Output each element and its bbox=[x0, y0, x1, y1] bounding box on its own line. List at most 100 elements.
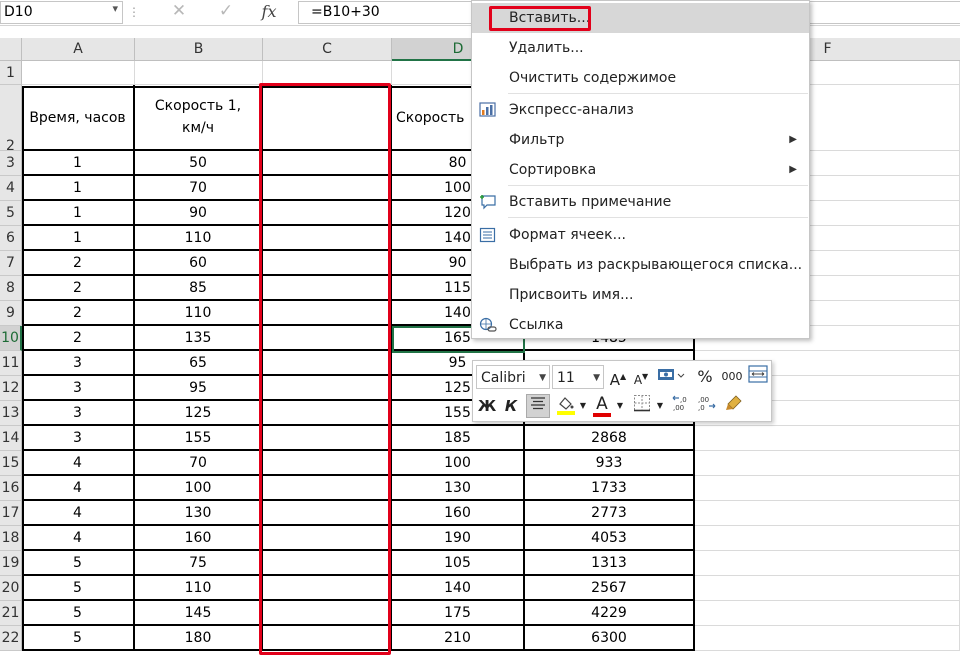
row-header-12[interactable]: 12 bbox=[0, 376, 22, 401]
cell-f17[interactable] bbox=[695, 501, 960, 526]
cell-f14[interactable] bbox=[695, 426, 960, 451]
cell-c17[interactable] bbox=[263, 501, 392, 526]
format-painter-icon[interactable] bbox=[722, 394, 746, 418]
cell-c18[interactable] bbox=[263, 526, 392, 551]
cell-e18[interactable]: 4053 bbox=[525, 526, 695, 551]
cell-f18[interactable] bbox=[695, 526, 960, 551]
cell-c14[interactable] bbox=[263, 426, 392, 451]
cell-a2[interactable]: Время, часов bbox=[22, 85, 135, 151]
font-color-dropdown-icon[interactable]: ▼ bbox=[615, 394, 625, 418]
accounting-format-icon[interactable] bbox=[654, 365, 688, 389]
cell-d20[interactable]: 140 bbox=[392, 576, 525, 601]
font-size-select[interactable]: 11 ▼ bbox=[552, 365, 604, 389]
fill-color-icon[interactable] bbox=[554, 394, 578, 418]
cell-c13[interactable] bbox=[263, 401, 392, 426]
cell-c22[interactable] bbox=[263, 626, 392, 651]
cell-b18[interactable]: 160 bbox=[135, 526, 263, 551]
comma-style-icon[interactable]: 000 bbox=[720, 365, 744, 389]
cell-b2[interactable]: Скорость 1, км/ч bbox=[135, 85, 263, 151]
cell-a1[interactable] bbox=[22, 61, 135, 85]
cell-a16[interactable]: 4 bbox=[22, 476, 135, 501]
bold-button[interactable]: Ж bbox=[476, 394, 498, 418]
cell-f15[interactable] bbox=[695, 451, 960, 476]
cell-f19[interactable] bbox=[695, 551, 960, 576]
insert-function-icon[interactable]: fx bbox=[254, 0, 284, 23]
cell-a12[interactable]: 3 bbox=[22, 376, 135, 401]
cell-c21[interactable] bbox=[263, 601, 392, 626]
cell-b15[interactable]: 70 bbox=[135, 451, 263, 476]
menu-item-sort[interactable]: Сортировка ▶ bbox=[472, 155, 809, 185]
cell-b9[interactable]: 110 bbox=[135, 301, 263, 326]
row-header-19[interactable]: 19 bbox=[0, 551, 22, 576]
enter-icon[interactable]: ✓ bbox=[211, 0, 241, 23]
cell-a5[interactable]: 1 bbox=[22, 201, 135, 226]
cell-b8[interactable]: 85 bbox=[135, 276, 263, 301]
cell-a10[interactable]: 2 bbox=[22, 326, 135, 351]
borders-dropdown-icon[interactable]: ▼ bbox=[655, 394, 665, 418]
cell-c3[interactable] bbox=[263, 151, 392, 176]
row-header-15[interactable]: 15 bbox=[0, 451, 22, 476]
cell-a15[interactable]: 4 bbox=[22, 451, 135, 476]
cell-b12[interactable]: 95 bbox=[135, 376, 263, 401]
cell-d18[interactable]: 190 bbox=[392, 526, 525, 551]
italic-button[interactable]: К bbox=[500, 394, 522, 418]
row-header-3[interactable]: 3 bbox=[0, 151, 22, 176]
menu-item-quick-analysis[interactable]: Экспресс-анализ bbox=[472, 95, 809, 125]
cell-b20[interactable]: 110 bbox=[135, 576, 263, 601]
cell-a4[interactable]: 1 bbox=[22, 176, 135, 201]
cell-c2[interactable] bbox=[263, 85, 392, 151]
column-header-b[interactable]: B bbox=[135, 38, 263, 61]
cell-c6[interactable] bbox=[263, 226, 392, 251]
row-header-10[interactable]: 10 bbox=[0, 326, 22, 351]
menu-item-insert[interactable]: Вставить... bbox=[472, 3, 809, 33]
row-header-6[interactable]: 6 bbox=[0, 226, 22, 251]
font-name-select[interactable]: Calibri ▼ bbox=[476, 365, 550, 389]
cell-a8[interactable]: 2 bbox=[22, 276, 135, 301]
cell-f22[interactable] bbox=[695, 626, 960, 651]
cell-e19[interactable]: 1313 bbox=[525, 551, 695, 576]
row-header-21[interactable]: 21 bbox=[0, 601, 22, 626]
cell-e14[interactable]: 2868 bbox=[525, 426, 695, 451]
cell-b4[interactable]: 70 bbox=[135, 176, 263, 201]
menu-item-format-cells[interactable]: Формат ячеек... bbox=[472, 220, 809, 250]
merge-center-icon[interactable] bbox=[747, 365, 769, 389]
row-header-5[interactable]: 5 bbox=[0, 201, 22, 226]
decrease-font-icon[interactable]: A▼ bbox=[630, 365, 652, 389]
cell-c4[interactable] bbox=[263, 176, 392, 201]
cell-a7[interactable]: 2 bbox=[22, 251, 135, 276]
font-color-icon[interactable]: A bbox=[591, 392, 613, 417]
cell-b22[interactable]: 180 bbox=[135, 626, 263, 651]
increase-font-icon[interactable]: A▲ bbox=[607, 365, 629, 389]
row-header-22[interactable]: 22 bbox=[0, 626, 22, 651]
cell-c20[interactable] bbox=[263, 576, 392, 601]
cell-c5[interactable] bbox=[263, 201, 392, 226]
cell-a17[interactable]: 4 bbox=[22, 501, 135, 526]
cell-c11[interactable] bbox=[263, 351, 392, 376]
row-header-7[interactable]: 7 bbox=[0, 251, 22, 276]
cell-e20[interactable]: 2567 bbox=[525, 576, 695, 601]
cell-b1[interactable] bbox=[135, 61, 263, 85]
cell-a11[interactable]: 3 bbox=[22, 351, 135, 376]
row-header-20[interactable]: 20 bbox=[0, 576, 22, 601]
align-center-icon[interactable] bbox=[526, 394, 550, 418]
row-header-8[interactable]: 8 bbox=[0, 276, 22, 301]
cell-a6[interactable]: 1 bbox=[22, 226, 135, 251]
cell-d14[interactable]: 185 bbox=[392, 426, 525, 451]
cell-a14[interactable]: 3 bbox=[22, 426, 135, 451]
increase-decimal-icon[interactable]: ,0,00 bbox=[670, 394, 694, 418]
row-header-4[interactable]: 4 bbox=[0, 176, 22, 201]
cell-e21[interactable]: 4229 bbox=[525, 601, 695, 626]
cell-d22[interactable]: 210 bbox=[392, 626, 525, 651]
cell-b16[interactable]: 100 bbox=[135, 476, 263, 501]
cell-d21[interactable]: 175 bbox=[392, 601, 525, 626]
cell-a13[interactable]: 3 bbox=[22, 401, 135, 426]
percent-style-icon[interactable]: % bbox=[694, 365, 716, 389]
cell-b3[interactable]: 50 bbox=[135, 151, 263, 176]
cell-c8[interactable] bbox=[263, 276, 392, 301]
cell-b10[interactable]: 135 bbox=[135, 326, 263, 351]
row-header-17[interactable]: 17 bbox=[0, 501, 22, 526]
cell-c9[interactable] bbox=[263, 301, 392, 326]
cell-e22[interactable]: 6300 bbox=[525, 626, 695, 651]
decrease-decimal-icon[interactable]: ,00,0 bbox=[695, 394, 719, 418]
column-header-c[interactable]: C bbox=[263, 38, 392, 61]
